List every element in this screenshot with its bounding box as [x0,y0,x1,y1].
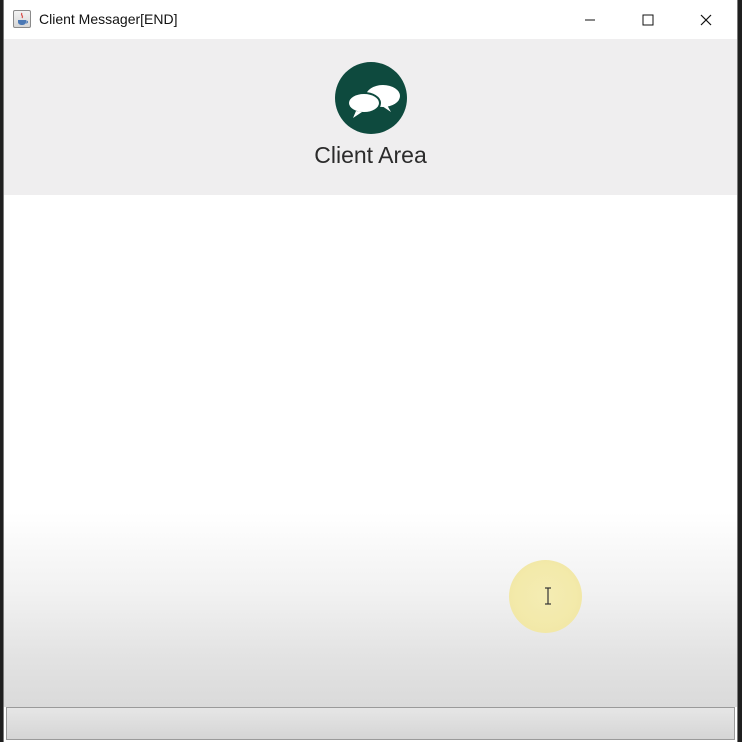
minimize-button[interactable] [561,0,619,39]
maximize-button[interactable] [619,0,677,39]
text-cursor-icon [545,587,551,605]
message-input[interactable] [6,707,735,740]
close-icon [700,14,712,26]
minimize-icon [585,19,595,21]
title-bar[interactable]: Client Messager[END] [4,0,737,39]
header-panel: Client Area [4,39,737,195]
client-messager-window: Client Messager[END] Client Area [4,0,737,742]
maximize-icon [642,14,654,26]
chat-bubbles-icon [335,62,407,134]
message-display-area[interactable] [4,195,737,707]
close-button[interactable] [677,0,735,39]
client-area-label: Client Area [314,142,427,168]
java-coffee-icon [13,10,31,28]
window-title: Client Messager[END] [39,11,178,27]
